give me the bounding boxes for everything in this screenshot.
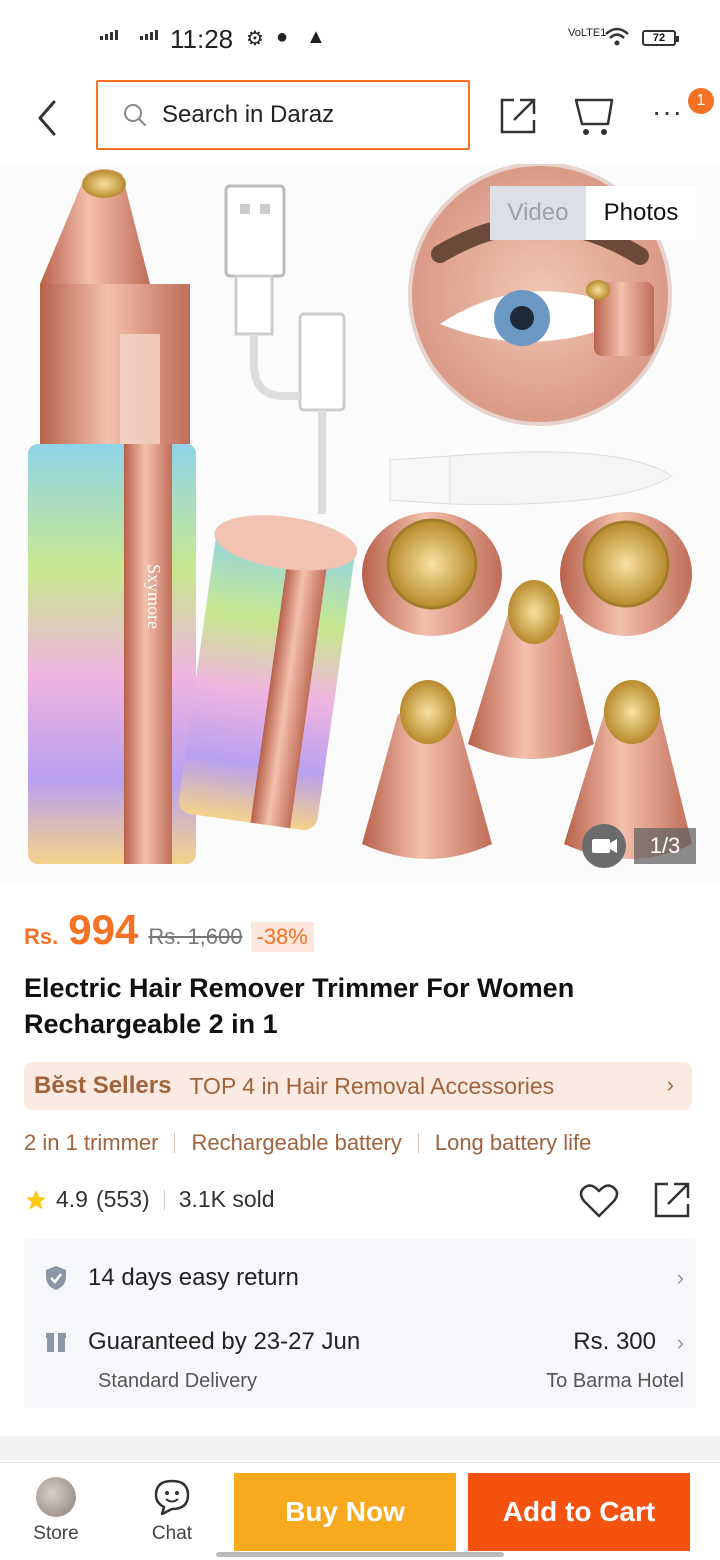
section-divider <box>0 1436 720 1460</box>
delivery-destination: To Barma Hotel <box>546 1370 684 1392</box>
add-to-cart-button[interactable]: Add to Cart <box>468 1473 690 1551</box>
original-price: Rs. 1,600 <box>148 924 243 949</box>
feature-tag: 2 in 1 trimmer <box>24 1130 159 1155</box>
chevron-right-icon: › <box>676 1330 684 1355</box>
back-icon[interactable] <box>28 96 68 140</box>
settings-icon: ⚙ <box>246 28 264 50</box>
app-notification-icon: ● <box>276 26 289 48</box>
sold-count: 3.1K sold <box>178 1186 275 1212</box>
delivery-estimate: Guaranteed by 23-27 Jun <box>88 1328 361 1355</box>
search-icon <box>124 104 146 126</box>
feature-tag: Rechargeable battery <box>191 1130 402 1155</box>
delivery-row[interactable]: Guaranteed by 23-27 Jun Rs. 300 › Standa… <box>44 1328 684 1392</box>
delivery-type: Standard Delivery <box>98 1370 257 1392</box>
price-currency: Rs. <box>24 924 59 949</box>
feature-tags: 2 in 1 trimmer Rechargeable battery Long… <box>24 1130 591 1156</box>
current-price: 994 <box>68 906 139 953</box>
product-title: Electric Hair Remover Trimmer For Women … <box>24 973 575 1039</box>
discount-badge: -38% <box>250 922 314 952</box>
divider <box>174 1133 176 1153</box>
notification-badge: 1 <box>688 88 714 114</box>
store-label: Store <box>33 1523 79 1544</box>
signal-icon <box>140 30 158 40</box>
divider <box>163 1189 165 1210</box>
chat-label: Chat <box>151 1523 193 1544</box>
tab-photos[interactable]: Photos <box>586 186 696 240</box>
home-indicator[interactable] <box>216 1552 504 1557</box>
rating-row[interactable]: 4.9 (553) 3.1K sold <box>24 1186 275 1213</box>
product-image: Sxymore <box>28 164 692 864</box>
tab-video[interactable]: Video <box>490 186 586 240</box>
product-image-gallery[interactable]: Sxymore Video Photos 1/3 <box>0 164 720 884</box>
divider <box>417 1133 419 1153</box>
return-policy-text: 14 days easy return <box>88 1264 299 1291</box>
heart-icon[interactable] <box>578 1180 620 1222</box>
image-counter: 1/3 <box>634 828 696 864</box>
header: Search in Daraz ··· 1 <box>0 78 720 164</box>
rating-count: (553) <box>95 1186 150 1212</box>
best-sellers-text: TOP 4 in Hair Removal Accessories <box>189 1072 555 1099</box>
search-placeholder: Search in Daraz <box>162 101 335 128</box>
rating-value: 4.9 <box>56 1186 88 1212</box>
service-info: 14 days easy return › Guaranteed by 23-2… <box>24 1238 696 1408</box>
price-row: Rs. 994 Rs. 1,600 -38% <box>24 906 314 954</box>
battery-icon: 72 <box>642 30 679 46</box>
chat-button[interactable]: Chat <box>132 1477 212 1545</box>
best-sellers-banner[interactable]: Bĕst Sellers TOP 4 in Hair Removal Acces… <box>24 1062 692 1110</box>
delivery-price: Rs. 300 <box>573 1328 656 1355</box>
brand-text: Sxymore <box>144 564 164 629</box>
delivery-box-icon <box>46 1333 66 1352</box>
bottom-action-bar: Store Chat Buy Now Add to Cart <box>0 1462 720 1560</box>
media-tabs: Video Photos <box>490 186 696 240</box>
video-camera-icon[interactable] <box>582 824 626 868</box>
status-bar: 11:28 ⚙ ● ▲ VoLTE1 72 <box>0 0 720 78</box>
search-input[interactable]: Search in Daraz <box>96 80 470 150</box>
star-icon <box>26 1189 46 1209</box>
chat-icon <box>154 1479 190 1516</box>
buy-now-button[interactable]: Buy Now <box>234 1473 456 1551</box>
more-options-icon[interactable]: ··· <box>652 92 692 136</box>
status-time: 11:28 <box>170 24 234 54</box>
shield-check-icon <box>46 1266 66 1290</box>
best-sellers-logo: Bĕst Sellers <box>34 1072 172 1099</box>
cart-icon[interactable] <box>572 94 620 138</box>
share-icon[interactable] <box>496 94 540 138</box>
wifi-icon <box>605 27 629 46</box>
return-policy-row[interactable]: 14 days easy return › <box>44 1258 684 1298</box>
warning-icon: ▲ <box>306 26 326 48</box>
store-button[interactable]: Store <box>16 1477 96 1545</box>
volte-icon: VoLTE1 <box>568 27 607 39</box>
signal-icon <box>100 30 118 40</box>
share-icon[interactable] <box>652 1180 692 1220</box>
store-avatar <box>36 1477 76 1517</box>
chevron-right-icon: › <box>676 1265 684 1290</box>
chevron-right-icon: › <box>666 1072 674 1097</box>
feature-tag: Long battery life <box>434 1130 592 1155</box>
